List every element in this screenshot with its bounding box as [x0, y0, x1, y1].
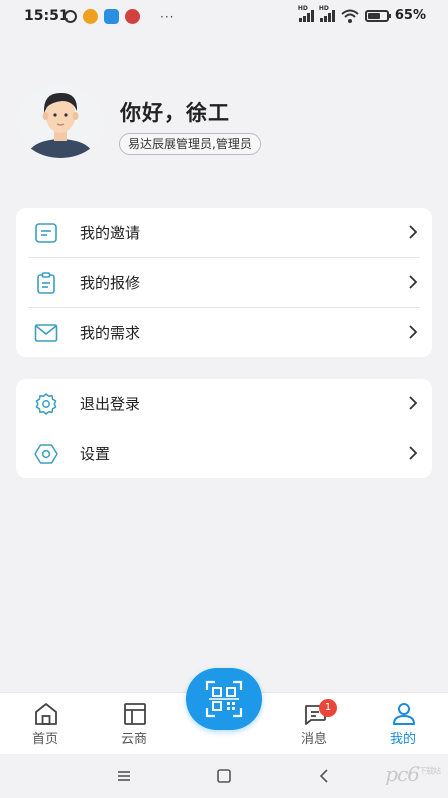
- role-badge: 易达辰展管理员,管理员: [119, 133, 261, 155]
- battery-percent: 65%: [394, 8, 426, 23]
- more-notifications-icon: ···: [160, 9, 175, 24]
- settings-icon: [34, 444, 58, 464]
- tab-cloud-shop[interactable]: 云商: [99, 693, 169, 755]
- menu-item-my-invitations[interactable]: 我的邀请: [16, 208, 432, 258]
- menu-item-label: 设置: [80, 445, 111, 463]
- menu-item-settings[interactable]: 设置: [16, 429, 432, 479]
- signal-icon: HD: [319, 5, 335, 22]
- app-notification-icon: [125, 9, 140, 24]
- menu-icon[interactable]: [114, 766, 134, 786]
- tab-label: 首页: [31, 732, 58, 747]
- tab-label: 消息: [300, 732, 327, 747]
- back-icon[interactable]: [315, 766, 335, 786]
- chevron-right-icon: [409, 446, 418, 460]
- menu-item-my-requests[interactable]: 我的需求: [16, 308, 432, 358]
- user-icon: [393, 703, 415, 725]
- menu-item-label: 我的需求: [80, 324, 141, 342]
- system-nav-bar: pc6下载站: [0, 754, 448, 798]
- scan-button[interactable]: [186, 668, 262, 730]
- home-button-icon[interactable]: [214, 766, 234, 786]
- logout-gear-icon: [35, 393, 57, 415]
- invitation-icon: [35, 223, 57, 243]
- chevron-right-icon: [409, 225, 418, 239]
- app-notification-icon: [104, 9, 119, 24]
- watermark-logo: pc6下载站: [385, 762, 441, 786]
- menu-item-label: 退出登录: [80, 395, 141, 413]
- chevron-right-icon: [409, 275, 418, 289]
- menu-card-secondary: 退出登录 设置: [16, 379, 432, 478]
- wifi-icon: [341, 9, 359, 23]
- battery-icon: [364, 9, 391, 22]
- qr-scan-icon: [205, 680, 243, 718]
- signal-icon: HD: [298, 5, 314, 22]
- tab-home[interactable]: 首页: [10, 693, 80, 755]
- greeting-text: 你好，徐工: [120, 101, 230, 125]
- tab-messages[interactable]: 1 消息: [279, 693, 349, 755]
- tab-label: 我的: [389, 732, 416, 747]
- status-time: 15:51: [24, 8, 69, 24]
- envelope-icon: [34, 324, 58, 342]
- status-bar: 15:51 ··· HD HD 65%: [0, 0, 448, 34]
- menu-item-logout[interactable]: 退出登录: [16, 379, 432, 429]
- app-notification-icon: [83, 9, 98, 24]
- chevron-right-icon: [409, 325, 418, 339]
- home-icon: [35, 703, 57, 725]
- avatar[interactable]: [16, 85, 105, 158]
- status-right: HD HD 65%: [298, 5, 426, 24]
- chevron-right-icon: [409, 396, 418, 410]
- tab-mine[interactable]: 我的: [368, 693, 438, 755]
- menu-item-label: 我的报修: [80, 274, 141, 292]
- menu-item-label: 我的邀请: [80, 224, 141, 242]
- layout-icon: [124, 703, 146, 725]
- menu-item-my-repairs[interactable]: 我的报修: [16, 258, 432, 308]
- menu-card-primary: 我的邀请 我的报修 我的需求: [16, 208, 432, 357]
- tab-label: 云商: [120, 732, 147, 747]
- unread-badge: 1: [319, 699, 337, 717]
- alarm-icon: [64, 10, 77, 23]
- notification-icons: ···: [64, 9, 174, 24]
- repair-clipboard-icon: [37, 272, 55, 294]
